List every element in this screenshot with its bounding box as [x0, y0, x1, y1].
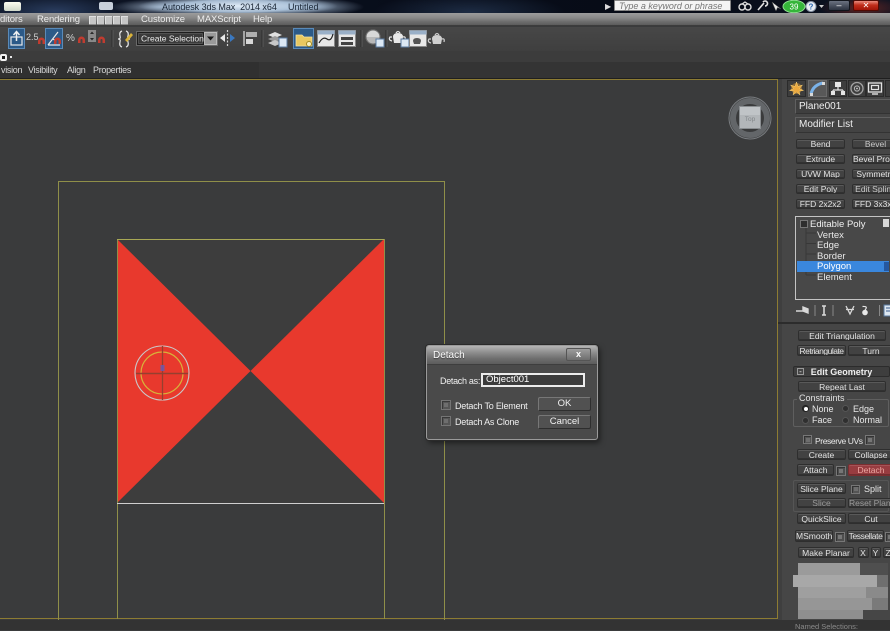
svg-text:Top: Top: [745, 116, 756, 123]
svg-text:?: ?: [809, 3, 814, 12]
svg-text:39: 39: [790, 3, 799, 12]
svg-text:%: %: [66, 33, 75, 44]
svg-text:2.5: 2.5: [26, 32, 39, 42]
